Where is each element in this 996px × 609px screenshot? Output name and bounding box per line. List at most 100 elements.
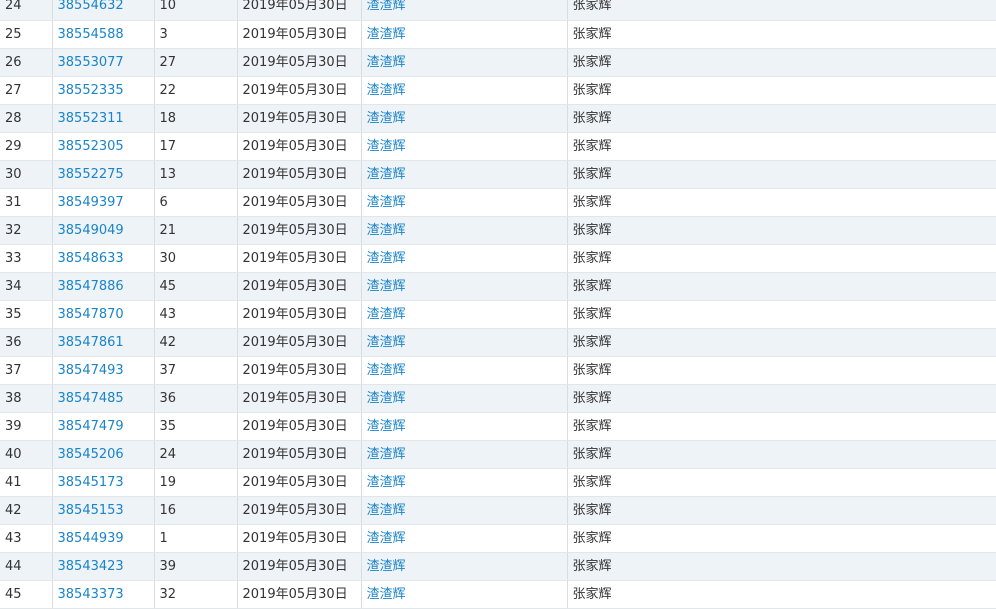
name-cell: 张家辉 xyxy=(567,300,996,329)
name-cell: 张家辉 xyxy=(567,0,996,21)
name-cell: 张家辉 xyxy=(567,328,996,357)
user-cell: 渣渣辉 xyxy=(361,76,568,105)
row-index: 41 xyxy=(0,468,53,497)
record-id-link[interactable]: 38545173 xyxy=(58,475,124,490)
table-row: 35 38547870 43 2019年05月30日 渣渣辉 张家辉 xyxy=(0,300,996,329)
record-id-cell: 38543423 xyxy=(52,552,155,581)
table-row: 37 38547493 37 2019年05月30日 渣渣辉 张家辉 xyxy=(0,356,996,385)
count-cell: 24 xyxy=(154,440,238,469)
user-link[interactable]: 渣渣辉 xyxy=(367,475,406,490)
table-row: 38 38547485 36 2019年05月30日 渣渣辉 张家辉 xyxy=(0,384,996,413)
record-id-cell: 38549049 xyxy=(52,216,155,245)
user-cell: 渣渣辉 xyxy=(361,48,568,77)
record-id-cell: 38552275 xyxy=(52,160,155,189)
name-cell: 张家辉 xyxy=(567,160,996,189)
row-index: 30 xyxy=(0,160,53,189)
user-link[interactable]: 渣渣辉 xyxy=(367,335,406,350)
record-id-link[interactable]: 38552275 xyxy=(58,167,124,182)
user-cell: 渣渣辉 xyxy=(361,524,568,553)
record-id-link[interactable]: 38554588 xyxy=(58,27,124,42)
record-id-cell: 38545173 xyxy=(52,468,155,497)
count-cell: 3 xyxy=(154,20,238,49)
user-cell: 渣渣辉 xyxy=(361,104,568,133)
record-id-link[interactable]: 38543373 xyxy=(58,587,124,602)
user-link[interactable]: 渣渣辉 xyxy=(367,531,406,546)
count-cell: 21 xyxy=(154,216,238,245)
record-id-link[interactable]: 38545206 xyxy=(58,447,124,462)
count-cell: 1 xyxy=(154,524,238,553)
record-id-link[interactable]: 38543423 xyxy=(58,559,124,574)
count-cell: 43 xyxy=(154,300,238,329)
user-cell: 渣渣辉 xyxy=(361,0,568,21)
name-cell: 张家辉 xyxy=(567,524,996,553)
row-index: 40 xyxy=(0,440,53,469)
user-cell: 渣渣辉 xyxy=(361,384,568,413)
record-id-link[interactable]: 38552335 xyxy=(58,83,124,98)
user-link[interactable]: 渣渣辉 xyxy=(367,307,406,322)
count-cell: 42 xyxy=(154,328,238,357)
record-id-link[interactable]: 38545153 xyxy=(58,503,124,518)
name-cell: 张家辉 xyxy=(567,188,996,217)
date-cell: 2019年05月30日 xyxy=(237,76,362,105)
user-link[interactable]: 渣渣辉 xyxy=(367,0,406,13)
record-id-link[interactable]: 38549397 xyxy=(58,195,124,210)
record-id-link[interactable]: 38544939 xyxy=(58,531,124,546)
user-link[interactable]: 渣渣辉 xyxy=(367,139,406,154)
user-link[interactable]: 渣渣辉 xyxy=(367,559,406,574)
date-cell: 2019年05月30日 xyxy=(237,468,362,497)
user-link[interactable]: 渣渣辉 xyxy=(367,419,406,434)
record-id-cell: 38547861 xyxy=(52,328,155,357)
count-cell: 36 xyxy=(154,384,238,413)
table-row: 25 38554588 3 2019年05月30日 渣渣辉 张家辉 xyxy=(0,20,996,49)
user-cell: 渣渣辉 xyxy=(361,356,568,385)
record-id-link[interactable]: 38547493 xyxy=(58,363,124,378)
record-id-cell: 38547886 xyxy=(52,272,155,301)
row-index: 43 xyxy=(0,524,53,553)
record-id-link[interactable]: 38548633 xyxy=(58,251,124,266)
name-cell: 张家辉 xyxy=(567,412,996,441)
date-cell: 2019年05月30日 xyxy=(237,328,362,357)
table-row: 27 38552335 22 2019年05月30日 渣渣辉 张家辉 xyxy=(0,76,996,105)
user-link[interactable]: 渣渣辉 xyxy=(367,55,406,70)
name-cell: 张家辉 xyxy=(567,440,996,469)
user-link[interactable]: 渣渣辉 xyxy=(367,83,406,98)
row-index: 34 xyxy=(0,272,53,301)
date-cell: 2019年05月30日 xyxy=(237,524,362,553)
record-id-link[interactable]: 38547485 xyxy=(58,391,124,406)
record-id-link[interactable]: 38547861 xyxy=(58,335,124,350)
user-link[interactable]: 渣渣辉 xyxy=(367,167,406,182)
name-cell: 张家辉 xyxy=(567,216,996,245)
record-id-link[interactable]: 38554632 xyxy=(58,0,124,13)
date-cell: 2019年05月30日 xyxy=(237,104,362,133)
name-cell: 张家辉 xyxy=(567,496,996,525)
date-cell: 2019年05月30日 xyxy=(237,48,362,77)
user-link[interactable]: 渣渣辉 xyxy=(367,251,406,266)
user-link[interactable]: 渣渣辉 xyxy=(367,391,406,406)
user-link[interactable]: 渣渣辉 xyxy=(367,111,406,126)
table-row: 36 38547861 42 2019年05月30日 渣渣辉 张家辉 xyxy=(0,328,996,357)
user-link[interactable]: 渣渣辉 xyxy=(367,503,406,518)
user-link[interactable]: 渣渣辉 xyxy=(367,363,406,378)
count-cell: 17 xyxy=(154,132,238,161)
user-link[interactable]: 渣渣辉 xyxy=(367,223,406,238)
table-row: 44 38543423 39 2019年05月30日 渣渣辉 张家辉 xyxy=(0,552,996,581)
record-id-cell: 38554588 xyxy=(52,20,155,49)
user-link[interactable]: 渣渣辉 xyxy=(367,279,406,294)
record-id-link[interactable]: 38552305 xyxy=(58,139,124,154)
user-link[interactable]: 渣渣辉 xyxy=(367,27,406,42)
user-cell: 渣渣辉 xyxy=(361,272,568,301)
user-link[interactable]: 渣渣辉 xyxy=(367,587,406,602)
count-cell: 27 xyxy=(154,48,238,77)
record-id-link[interactable]: 38553077 xyxy=(58,55,124,70)
table-row: 40 38545206 24 2019年05月30日 渣渣辉 张家辉 xyxy=(0,440,996,469)
record-id-link[interactable]: 38547479 xyxy=(58,419,124,434)
record-id-link[interactable]: 38549049 xyxy=(58,223,124,238)
date-cell: 2019年05月30日 xyxy=(237,356,362,385)
user-link[interactable]: 渣渣辉 xyxy=(367,447,406,462)
record-id-link[interactable]: 38552311 xyxy=(58,111,124,126)
user-link[interactable]: 渣渣辉 xyxy=(367,195,406,210)
user-cell: 渣渣辉 xyxy=(361,412,568,441)
record-id-link[interactable]: 38547870 xyxy=(58,307,124,322)
table-row: 26 38553077 27 2019年05月30日 渣渣辉 张家辉 xyxy=(0,48,996,77)
record-id-link[interactable]: 38547886 xyxy=(58,279,124,294)
